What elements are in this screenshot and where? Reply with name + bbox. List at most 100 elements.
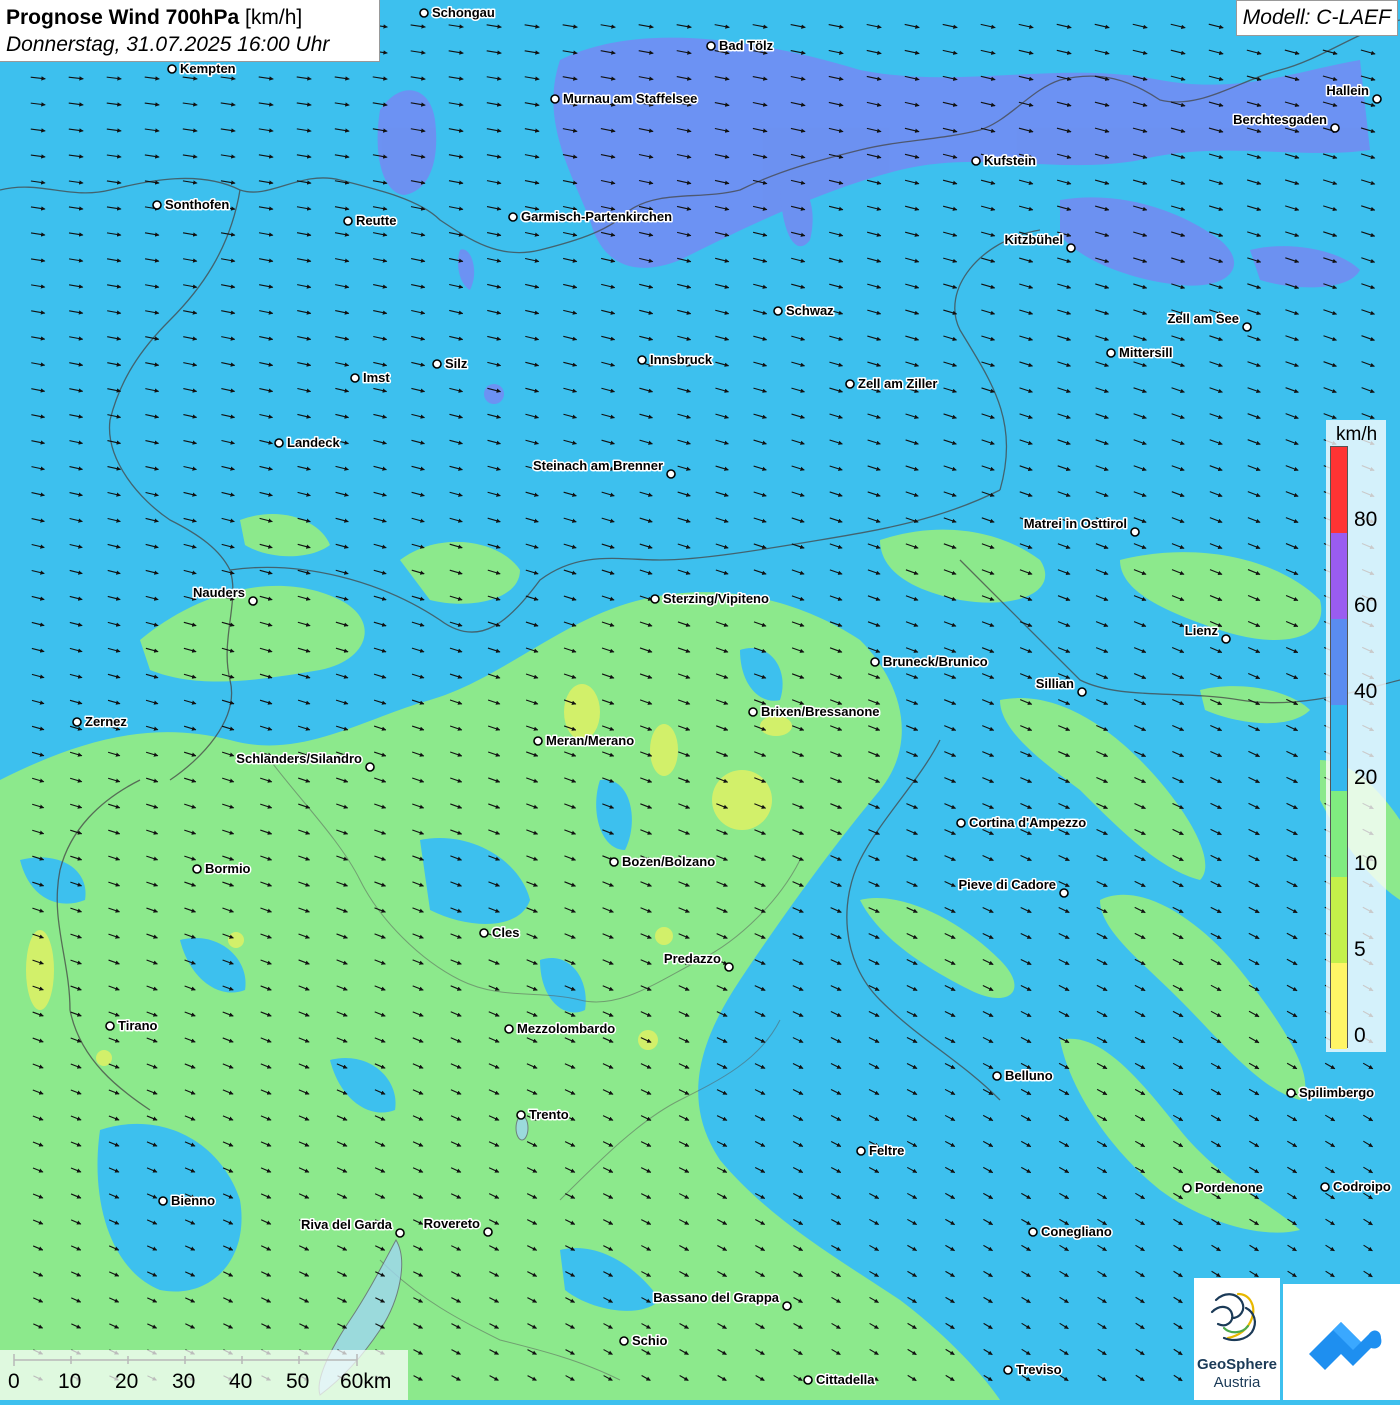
city-label: Cortina d'Ampezzo <box>969 815 1086 830</box>
city-dot <box>609 857 619 867</box>
city-marker: Innsbruck <box>637 351 714 369</box>
forecast-datetime: Donnerstag, 31.07.2025 16:00 Uhr <box>6 33 330 56</box>
city-dot <box>1372 94 1382 104</box>
city-dot <box>72 717 82 727</box>
city-label: Codroipo <box>1333 1179 1391 1194</box>
map-title: Prognose Wind 700hPa [km/h] <box>6 4 373 31</box>
city-dot <box>637 355 647 365</box>
title-main: Prognose Wind 700hPa <box>6 6 240 29</box>
geosphere-logo[interactable]: GeoSphere Austria <box>1194 1278 1280 1400</box>
city-dot <box>971 156 981 166</box>
city-dot <box>706 41 716 51</box>
city-label: Bozen/Bolzano <box>622 854 715 869</box>
city-marker: Pordenone <box>1182 1179 1264 1197</box>
city-dot <box>533 736 543 746</box>
city-marker: Bozen/Bolzano <box>609 853 717 871</box>
city-label: Trento <box>529 1107 569 1122</box>
city-label: Hallein <box>1326 83 1369 98</box>
city-dot <box>1106 348 1116 358</box>
city-marker: Mezzolombardo <box>504 1020 617 1038</box>
city-label: Cittadella <box>816 1372 875 1387</box>
city-dot <box>724 962 734 972</box>
city-dot <box>856 1146 866 1156</box>
city-label: Bienno <box>171 1193 215 1208</box>
legend-tick-80: 80 <box>1354 508 1378 531</box>
city-label: Zernez <box>85 714 127 729</box>
color-legend: km/h 80 60 40 20 10 5 0 <box>1326 420 1386 1052</box>
city-dot <box>803 1375 813 1385</box>
city-label: Landeck <box>287 435 341 450</box>
scale-tick-30: 30 <box>172 1370 196 1393</box>
city-label: Meran/Merano <box>546 733 634 748</box>
city-marker: Sonthofen <box>152 196 231 214</box>
city-label: Imst <box>363 370 390 385</box>
city-marker: Meran/Merano <box>533 732 636 750</box>
legend-tick-20: 20 <box>1354 766 1378 789</box>
city-label: Kitzbühel <box>1005 232 1064 247</box>
scale-bar: 0 10 20 30 40 50 60km <box>0 1350 408 1400</box>
city-dot <box>1330 123 1340 133</box>
city-label: Cles <box>492 925 519 940</box>
city-label: Zell am See <box>1167 311 1239 326</box>
city-dot <box>432 359 442 369</box>
city-marker: Spilimbergo <box>1286 1084 1376 1102</box>
weather-app-icon <box>1309 1322 1382 1370</box>
city-label: Matrei in Osttirol <box>1024 516 1127 531</box>
city-dot <box>1242 322 1252 332</box>
legend-tick-60: 60 <box>1354 594 1378 617</box>
city-dot <box>1182 1183 1192 1193</box>
city-label: Schio <box>632 1333 667 1348</box>
scale-tick-50: 50 <box>286 1370 310 1393</box>
city-dot <box>1130 527 1140 537</box>
city-label: Bormio <box>205 861 251 876</box>
city-label: Treviso <box>1016 1362 1062 1377</box>
city-dot <box>773 306 783 316</box>
city-label: Zell am Ziller <box>858 376 937 391</box>
city-dot <box>1320 1182 1330 1192</box>
city-label: Bad Tölz <box>719 38 774 53</box>
city-label: Predazzo <box>664 951 721 966</box>
city-label: Bassano del Grappa <box>653 1290 779 1305</box>
geosphere-logo-line2: Austria <box>1213 1374 1261 1391</box>
city-label: Sonthofen <box>165 197 229 212</box>
city-label: Reutte <box>356 213 396 228</box>
geosphere-emblem-icon <box>1210 1292 1256 1342</box>
city-label: Rovereto <box>424 1216 480 1231</box>
city-label: Lienz <box>1185 623 1219 638</box>
city-dot <box>152 200 162 210</box>
city-label: Feltre <box>869 1143 904 1158</box>
city-label: Mezzolombardo <box>517 1021 615 1036</box>
city-dot <box>1286 1088 1296 1098</box>
city-dot <box>504 1024 514 1034</box>
weather-app-logo[interactable] <box>1283 1284 1400 1400</box>
city-dot <box>782 1301 792 1311</box>
scale-tick-10: 10 <box>58 1370 82 1393</box>
city-dot <box>365 762 375 772</box>
city-marker: Conegliano <box>1028 1223 1113 1241</box>
city-label: Kempten <box>180 61 236 76</box>
legend-swatch-0 <box>1331 963 1347 1049</box>
city-dot <box>748 707 758 717</box>
city-label: Schlanders/Silandro <box>236 751 362 766</box>
city-marker: Brixen/Bressanone <box>748 703 881 721</box>
city-label: Pieve di Cadore <box>958 877 1056 892</box>
city-dot <box>516 1110 526 1120</box>
city-dot <box>167 64 177 74</box>
city-label: Innsbruck <box>650 352 713 367</box>
city-label: Tirano <box>118 1018 158 1033</box>
city-label: Sillian <box>1036 676 1074 691</box>
legend-tick-0: 0 <box>1354 1024 1366 1047</box>
legend-tick-5: 5 <box>1354 938 1366 961</box>
legend-swatch-10 <box>1331 791 1347 877</box>
city-label: Bruneck/Brunico <box>883 654 988 669</box>
scale-tick-60km: 60km <box>340 1370 392 1393</box>
legend-colorbar <box>1330 446 1348 1049</box>
city-marker: Sterzing/Vipiteno <box>650 590 770 608</box>
city-label: Mittersill <box>1119 345 1172 360</box>
city-label: Pordenone <box>1195 1180 1263 1195</box>
city-label: Silz <box>445 356 468 371</box>
city-label: Berchtesgaden <box>1233 112 1327 127</box>
city-label: Steinach am Brenner <box>533 458 663 473</box>
title-box: Prognose Wind 700hPa [km/h] Donnerstag, … <box>0 0 380 62</box>
geosphere-logo-line1: GeoSphere <box>1196 1356 1278 1373</box>
